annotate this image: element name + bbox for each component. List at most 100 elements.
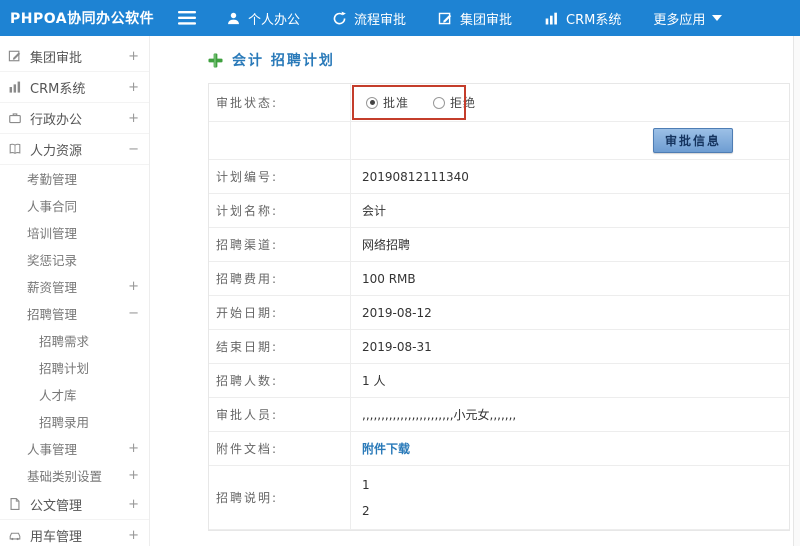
sidebar-item-vehicle[interactable]: 用车管理 + [0, 520, 149, 546]
edit-square-icon [8, 49, 23, 63]
table-row-end-date: 结束日期: 2019-08-31 [209, 330, 789, 364]
table-row-attachment: 附件文档: 附件下载 [209, 432, 789, 466]
radio-icon [433, 96, 446, 109]
expand-toggle[interactable]: + [128, 49, 139, 64]
sidebar-item-label: 公文管理 [30, 498, 83, 514]
nav-personal-office[interactable]: 个人办公 [226, 9, 300, 28]
person-icon [226, 11, 241, 26]
sidebar-item-attendance[interactable]: 考勤管理 [0, 165, 149, 192]
sidebar-item-recruit-hiring[interactable]: 招聘录用 [0, 408, 149, 435]
edit-square-icon [438, 11, 453, 26]
sidebar-item-label: 用车管理 [30, 529, 83, 545]
sidebar-item-label: 集团审批 [30, 50, 83, 66]
sidebar-item-hr-contract[interactable]: 人事合同 [0, 192, 149, 219]
field-value: 附件下载 [351, 432, 789, 465]
sidebar-item-label: 基础类别设置 [27, 469, 103, 484]
sidebar-item-rewards[interactable]: 奖惩记录 [0, 246, 149, 273]
collapse-toggle[interactable]: − [128, 142, 139, 157]
sidebar-item-label: 人力资源 [30, 143, 83, 159]
button-cell: 审批信息 [351, 122, 789, 159]
expand-toggle[interactable]: + [128, 111, 139, 126]
expand-toggle[interactable]: + [128, 468, 139, 483]
sidebar-item-label: 人才库 [39, 388, 77, 403]
detail-panel: 审批状态: 批准 拒绝 审批信息 计划编号: 20190812111340 计划… [208, 83, 790, 531]
field-label-empty [209, 122, 351, 159]
sidebar-item-personnel-mgmt[interactable]: 人事管理 + [0, 435, 149, 462]
radio-option-reject[interactable]: 拒绝 [433, 94, 476, 111]
expand-toggle[interactable]: + [128, 497, 139, 512]
sidebar-item-crm[interactable]: CRM系统 + [0, 72, 149, 103]
sidebar-item-label: 培训管理 [27, 226, 78, 241]
attachment-download-link[interactable]: 附件下载 [362, 440, 410, 457]
field-label: 审批人员: [209, 398, 351, 431]
expand-toggle[interactable]: + [128, 80, 139, 95]
field-label: 招聘渠道: [209, 228, 351, 261]
hamburger-icon[interactable] [178, 11, 196, 25]
document-icon [8, 497, 23, 511]
collapse-toggle[interactable]: − [128, 306, 139, 321]
sidebar-item-recruit-demand[interactable]: 招聘需求 [0, 327, 149, 354]
nav-group-approval[interactable]: 集团审批 [438, 9, 512, 28]
book-icon [8, 142, 23, 156]
radio-label: 批准 [383, 96, 410, 110]
table-row-approvers: 审批人员: ,,,,,,,,,,,,,,,,,,,,,,,,小元女,,,,,,, [209, 398, 789, 432]
sidebar-item-recruit-plan[interactable]: 招聘计划 [0, 354, 149, 381]
bar-chart-icon [8, 80, 23, 94]
expand-toggle[interactable]: + [128, 279, 139, 294]
radio-option-approve[interactable]: 批准 [366, 94, 409, 111]
field-value: 100 RMB [362, 271, 416, 286]
field-value: 20190812111340 [362, 169, 469, 184]
field-label: 计划编号: [209, 160, 351, 193]
app-logo: PHPOA协同办公软件 [10, 11, 155, 27]
sidebar-item-label: 行政办公 [30, 112, 83, 128]
top-nav: 个人办公 流程审批 集团审批 CRM系统 更多应用 [226, 9, 723, 28]
sidebar-item-recruitment[interactable]: 招聘管理 − [0, 300, 149, 327]
expand-toggle[interactable]: + [128, 528, 139, 543]
nav-label: CRM系统 [566, 12, 622, 28]
sidebar-item-base-category[interactable]: 基础类别设置 + [0, 462, 149, 489]
field-value: 1 人 [362, 374, 386, 388]
table-row-description: 招聘说明: 1 2 [209, 466, 789, 530]
field-value: 2019-08-31 [362, 339, 432, 354]
sidebar-item-label: 招聘计划 [39, 361, 90, 376]
table-row-channel: 招聘渠道: 网络招聘 [209, 228, 789, 262]
sidebar-item-admin-office[interactable]: 行政办公 + [0, 103, 149, 134]
approval-status-row: 审批状态: 批准 拒绝 [209, 84, 789, 122]
status-options: 批准 拒绝 [351, 84, 789, 121]
table-row-plan-number: 计划编号: 20190812111340 [209, 160, 789, 194]
radio-label: 拒绝 [450, 96, 477, 110]
field-label: 招聘人数: [209, 364, 351, 397]
expand-toggle[interactable]: + [128, 441, 139, 456]
nav-label: 流程审批 [354, 12, 407, 28]
nav-workflow-approval[interactable]: 流程审批 [332, 9, 406, 28]
sidebar-item-label: 招聘需求 [39, 334, 90, 349]
vertical-scrollbar[interactable] [793, 36, 800, 546]
table-row-plan-name: 计划名称: 会计 [209, 194, 789, 228]
page-title-row: 会计 招聘计划 [208, 50, 800, 70]
table-row-cost: 招聘费用: 100 RMB [209, 262, 789, 296]
sidebar-item-label: 招聘录用 [39, 415, 90, 430]
nav-crm-system[interactable]: CRM系统 [544, 9, 621, 28]
sidebar-item-salary[interactable]: 薪资管理 + [0, 273, 149, 300]
field-value: 网络招聘 [362, 238, 411, 252]
field-value: 2019-08-12 [362, 305, 432, 320]
nav-label: 个人办公 [248, 12, 301, 28]
sidebar-item-talent-pool[interactable]: 人才库 [0, 381, 149, 408]
main-content: 会计 招聘计划 审批状态: 批准 拒绝 审批信息 计划编号: 201908121… [150, 36, 800, 546]
green-plus-icon [208, 52, 223, 68]
nav-label: 更多应用 [653, 12, 706, 28]
sidebar-item-hr[interactable]: 人力资源 − [0, 134, 149, 165]
sidebar-item-group-approval[interactable]: 集团审批 + [0, 41, 149, 72]
field-label: 结束日期: [209, 330, 351, 363]
field-label: 计划名称: [209, 194, 351, 227]
approval-info-button[interactable]: 审批信息 [652, 128, 733, 153]
nav-more-apps[interactable]: 更多应用 [653, 9, 723, 28]
sidebar-item-documents[interactable]: 公文管理 + [0, 489, 149, 520]
sidebar-item-training[interactable]: 培训管理 [0, 219, 149, 246]
sidebar-item-label: 人事合同 [27, 199, 78, 214]
top-header: PHPOA协同办公软件 个人办公 流程审批 集团审批 CRM系统 更多应用 [0, 0, 800, 36]
field-label: 审批状态: [209, 84, 351, 121]
table-row-start-date: 开始日期: 2019-08-12 [209, 296, 789, 330]
field-value: 1 2 [362, 477, 370, 518]
field-label: 附件文档: [209, 432, 351, 465]
